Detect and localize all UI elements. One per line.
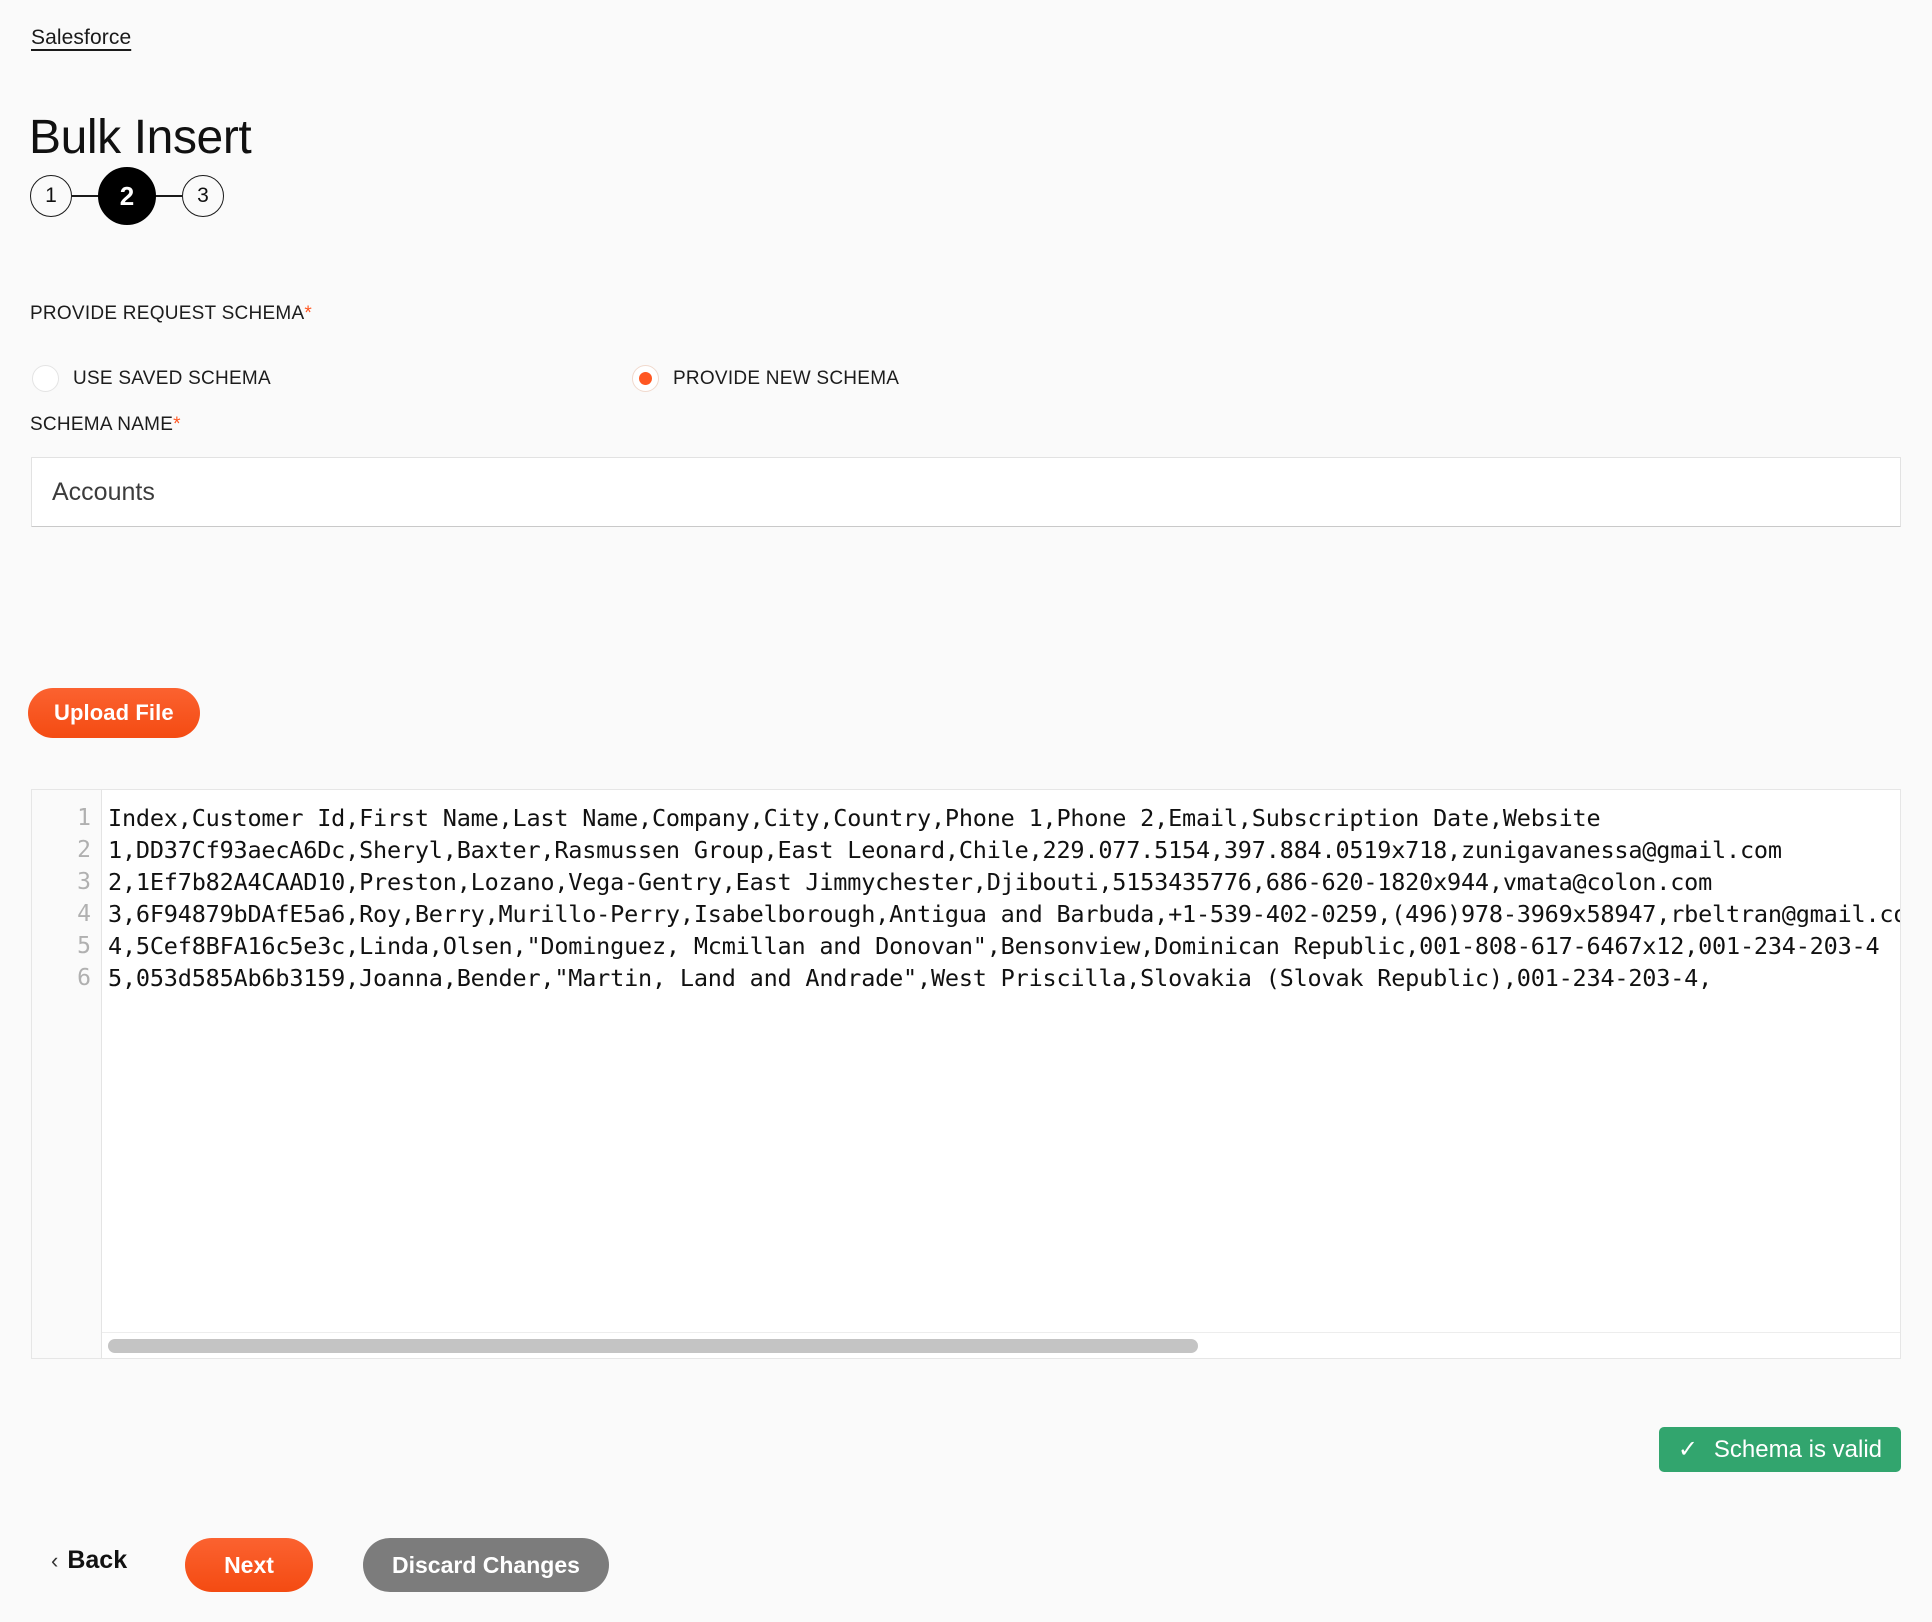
chevron-left-icon: ‹: [51, 1547, 59, 1573]
code-line: 2,1Ef7b82A4CAAD10,Preston,Lozano,Vega-Ge…: [108, 868, 1713, 896]
next-button[interactable]: Next: [185, 1538, 313, 1592]
required-asterisk: *: [304, 303, 313, 324]
radio-circle-icon: [32, 365, 59, 392]
wizard-footer: ‹ Back Next Discard Changes: [0, 1533, 1932, 1603]
page-title: Bulk Insert: [29, 111, 252, 165]
wizard-stepper: 1 2 3: [30, 167, 224, 225]
radio-use-saved-schema-label: USE SAVED SCHEMA: [73, 367, 271, 389]
schema-code-editor[interactable]: 1 2 3 4 5 6 Index,Customer Id,First Name…: [31, 789, 1901, 1359]
radio-use-saved-schema[interactable]: USE SAVED SCHEMA: [32, 365, 271, 392]
step-1[interactable]: 1: [30, 175, 72, 217]
provide-request-schema-text: PROVIDE REQUEST SCHEMA: [30, 303, 305, 324]
step-3[interactable]: 3: [182, 175, 224, 217]
step-connector-1: [72, 195, 100, 197]
editor-code-area[interactable]: Index,Customer Id,First Name,Last Name,C…: [102, 790, 1900, 1358]
line-number: 6: [77, 965, 91, 991]
required-asterisk: *: [173, 414, 181, 435]
line-number: 2: [77, 837, 91, 863]
breadcrumb-salesforce[interactable]: Salesforce: [31, 26, 131, 50]
scrollbar-thumb[interactable]: [108, 1339, 1198, 1353]
line-number: 4: [77, 901, 91, 927]
schema-name-label: SCHEMA NAME*: [30, 414, 181, 436]
code-line: 4,5Cef8BFA16c5e3c,Linda,Olsen,"Dominguez…: [108, 932, 1880, 960]
bulk-insert-page: Salesforce Bulk Insert 1 2 3 PROVIDE REQ…: [0, 0, 1932, 1622]
status-badge-schema-valid: ✓ Schema is valid: [1658, 1427, 1901, 1472]
line-number: 5: [77, 933, 91, 959]
radio-circle-icon: [632, 365, 659, 392]
code-line: 1,DD37Cf93aecA6Dc,Sheryl,Baxter,Rasmusse…: [108, 836, 1782, 864]
step-connector-2: [154, 195, 182, 197]
line-number: 3: [77, 869, 91, 895]
discard-changes-button[interactable]: Discard Changes: [363, 1538, 609, 1592]
back-button[interactable]: ‹ Back: [45, 1545, 133, 1576]
radio-provide-new-schema[interactable]: PROVIDE NEW SCHEMA: [632, 365, 899, 392]
status-badge-text: Schema is valid: [1713, 1435, 1882, 1463]
code-line: 3,6F94879bDAfE5a6,Roy,Berry,Murillo-Perr…: [108, 900, 1900, 928]
line-number: 1: [77, 805, 91, 831]
editor-line-number-gutter: 1 2 3 4 5 6: [32, 790, 102, 1358]
code-line: Index,Customer Id,First Name,Last Name,C…: [108, 804, 1601, 832]
step-2[interactable]: 2: [98, 167, 156, 225]
code-line: 5,053d585Ab6b3159,Joanna,Bender,"Martin,…: [108, 964, 1713, 992]
provide-request-schema-label: PROVIDE REQUEST SCHEMA*: [30, 303, 312, 325]
check-icon: ✓: [1677, 1435, 1698, 1463]
radio-provide-new-schema-label: PROVIDE NEW SCHEMA: [673, 367, 900, 389]
editor-horizontal-scrollbar[interactable]: [102, 1332, 1900, 1358]
radio-dot-icon: [639, 372, 652, 385]
upload-file-button[interactable]: Upload File: [28, 688, 200, 738]
schema-source-radio-group: USE SAVED SCHEMA PROVIDE NEW SCHEMA: [30, 365, 1430, 395]
back-button-label: Back: [67, 1546, 128, 1574]
schema-name-input[interactable]: [31, 457, 1901, 527]
schema-name-label-text: SCHEMA NAME: [30, 414, 174, 435]
